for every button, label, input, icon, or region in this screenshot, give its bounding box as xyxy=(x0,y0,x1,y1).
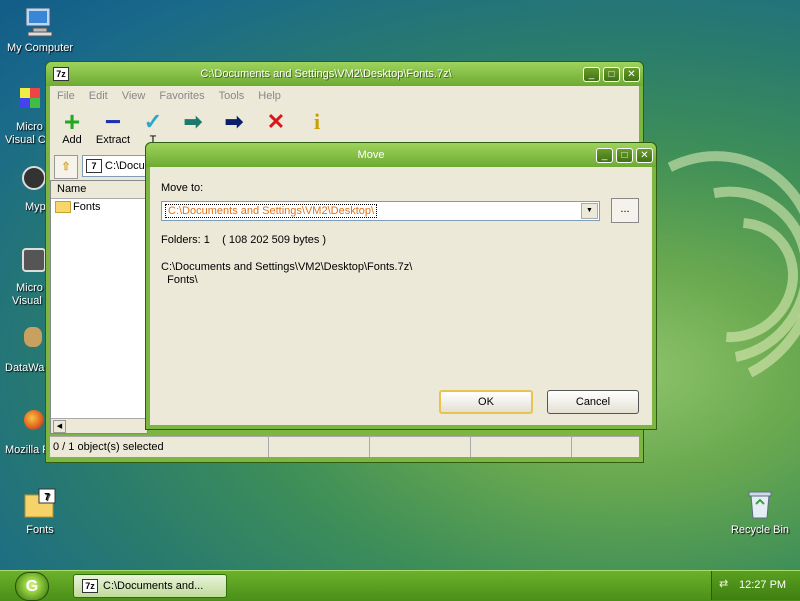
desktop-label-partial: Micro xyxy=(16,121,43,133)
desktop-label-partial: DataWa xyxy=(5,362,45,374)
desktop-label-partial: Micro xyxy=(16,282,43,294)
desktop-icon-my-computer[interactable]: My Computer xyxy=(0,5,80,54)
scroll-left-arrow[interactable]: ◀ xyxy=(53,420,66,433)
main-window-title: C:\Documents and Settings\VM2\Desktop\Fo… xyxy=(200,68,452,80)
destination-path-combobox[interactable]: C:\Documents and Settings\VM2\Desktop\ ▼ xyxy=(161,201,600,221)
shortcut-app-icon xyxy=(20,88,40,108)
start-button[interactable]: G xyxy=(15,572,49,601)
move-arrow-icon: ➡ xyxy=(224,109,244,134)
desktop-label-partial: Visual xyxy=(12,295,42,307)
check-icon: ✓ xyxy=(143,109,163,134)
desktop-icon-partial[interactable] xyxy=(22,248,46,272)
desktop-label-partial: Visual C xyxy=(5,134,46,146)
destination-path-value: C:\Documents and Settings\VM2\Desktop\ xyxy=(165,204,378,218)
folder-icon xyxy=(55,201,71,214)
source-path: C:\Documents and Settings\VM2\Desktop\Fo… xyxy=(161,261,413,273)
move-to-label: Move to: xyxy=(161,182,204,194)
chevron-down-icon[interactable]: ▼ xyxy=(581,203,598,219)
7zip-small-icon: 7 xyxy=(86,159,102,174)
minimize-button[interactable]: _ xyxy=(583,66,600,82)
menu-edit[interactable]: Edit xyxy=(82,90,115,102)
taskbar-item-7zip[interactable]: 7z C:\Documents and... xyxy=(73,574,227,598)
dialog-minimize-button[interactable]: _ xyxy=(596,147,613,163)
move-button[interactable]: ➡ xyxy=(213,110,255,134)
network-icon[interactable]: ⇄ xyxy=(719,578,731,590)
folders-summary: Folders: 1 ( 108 202 509 bytes ) xyxy=(161,234,327,246)
copy-arrow-icon: ➡ xyxy=(183,109,203,134)
gear-app-icon xyxy=(22,248,46,272)
desktop-icon-fonts[interactable]: 7 Fonts xyxy=(0,487,80,536)
desktop-icon-partial[interactable] xyxy=(4,88,48,120)
database-app-icon xyxy=(24,327,42,347)
dialog-titlebar[interactable]: Move _ □ ✕ xyxy=(146,143,656,167)
minus-icon: − xyxy=(104,106,122,137)
main-window-titlebar[interactable]: 7z C:\Documents and Settings\VM2\Desktop… xyxy=(46,62,643,86)
desktop-icon-partial[interactable] xyxy=(22,166,46,190)
ok-button[interactable]: OK xyxy=(439,390,533,414)
desktop-icon-label: My Computer xyxy=(6,42,74,54)
firefox-icon xyxy=(24,410,44,430)
delete-button[interactable]: ✕ xyxy=(255,110,297,134)
svg-text:7: 7 xyxy=(44,492,50,503)
maximize-button[interactable]: □ xyxy=(603,66,620,82)
clock[interactable]: 12:27 PM xyxy=(739,579,786,591)
menu-tools[interactable]: Tools xyxy=(212,90,252,102)
status-cell xyxy=(269,437,370,457)
horizontal-scrollbar[interactable]: ◀ xyxy=(51,418,147,433)
menu-help[interactable]: Help xyxy=(251,90,288,102)
dialog-title: Move xyxy=(357,149,385,161)
desktop-icon-recycle-bin[interactable]: Recycle Bin xyxy=(720,487,800,536)
cancel-button[interactable]: Cancel xyxy=(547,390,639,414)
plus-icon: + xyxy=(63,106,81,137)
desktop-label-partial: Myp xyxy=(25,201,46,213)
media-player-icon xyxy=(22,166,46,190)
7zip-app-icon: 7z xyxy=(82,579,98,593)
info-button[interactable]: i xyxy=(296,110,338,134)
dialog-body: Move to: C:\Documents and Settings\VM2\D… xyxy=(150,167,652,425)
close-button[interactable]: ✕ xyxy=(623,66,640,82)
menu-favorites[interactable]: Favorites xyxy=(152,90,211,102)
delete-x-icon: ✕ xyxy=(266,109,286,134)
browse-button[interactable]: ... xyxy=(611,198,639,223)
recycle-bin-icon xyxy=(743,487,777,521)
archive-folder-icon: 7 xyxy=(23,487,57,521)
up-folder-button[interactable]: ⇧ xyxy=(54,155,78,179)
move-dialog[interactable]: Move _ □ ✕ Move to: C:\Documents and Set… xyxy=(145,142,657,430)
list-item[interactable]: Fonts xyxy=(51,199,147,216)
source-folder: Fonts\ xyxy=(161,274,198,286)
system-tray: ⇄ 12:27 PM xyxy=(711,571,800,600)
info-icon: i xyxy=(313,109,321,134)
test-button[interactable]: ✓ T xyxy=(132,109,174,147)
extract-button-label: Extract xyxy=(95,134,131,146)
file-list[interactable]: Name Fonts ◀ xyxy=(50,180,148,434)
add-button-label: Add xyxy=(62,134,82,146)
menubar: File Edit View Favorites Tools Help xyxy=(50,86,639,106)
menu-view[interactable]: View xyxy=(115,90,153,102)
taskbar: G 7z C:\Documents and... ⇄ 12:27 PM xyxy=(0,570,800,601)
add-button[interactable]: + Add xyxy=(51,106,93,147)
taskbar-item-label: C:\Documents and... xyxy=(103,580,204,592)
dialog-close-button[interactable]: ✕ xyxy=(636,147,653,163)
desktop-icon-label: Fonts xyxy=(26,524,54,536)
desktop-label-partial: Mozilla F xyxy=(5,444,50,456)
computer-icon xyxy=(23,5,57,39)
copy-button[interactable]: ➡ xyxy=(172,110,214,134)
menu-file[interactable]: File xyxy=(50,90,82,102)
dialog-maximize-button[interactable]: □ xyxy=(616,147,633,163)
status-text: 0 / 1 object(s) selected xyxy=(50,437,269,457)
file-name: Fonts xyxy=(73,201,101,213)
desktop-icon-label: Recycle Bin xyxy=(730,524,790,536)
start-orb-icon: G xyxy=(25,578,39,595)
status-cell xyxy=(471,437,572,457)
column-header-name[interactable]: Name xyxy=(51,181,147,199)
extract-button[interactable]: − Extract xyxy=(92,106,134,147)
status-bar: 0 / 1 object(s) selected xyxy=(50,436,639,457)
7zip-app-icon: 7z xyxy=(53,67,69,81)
status-cell xyxy=(370,437,471,457)
